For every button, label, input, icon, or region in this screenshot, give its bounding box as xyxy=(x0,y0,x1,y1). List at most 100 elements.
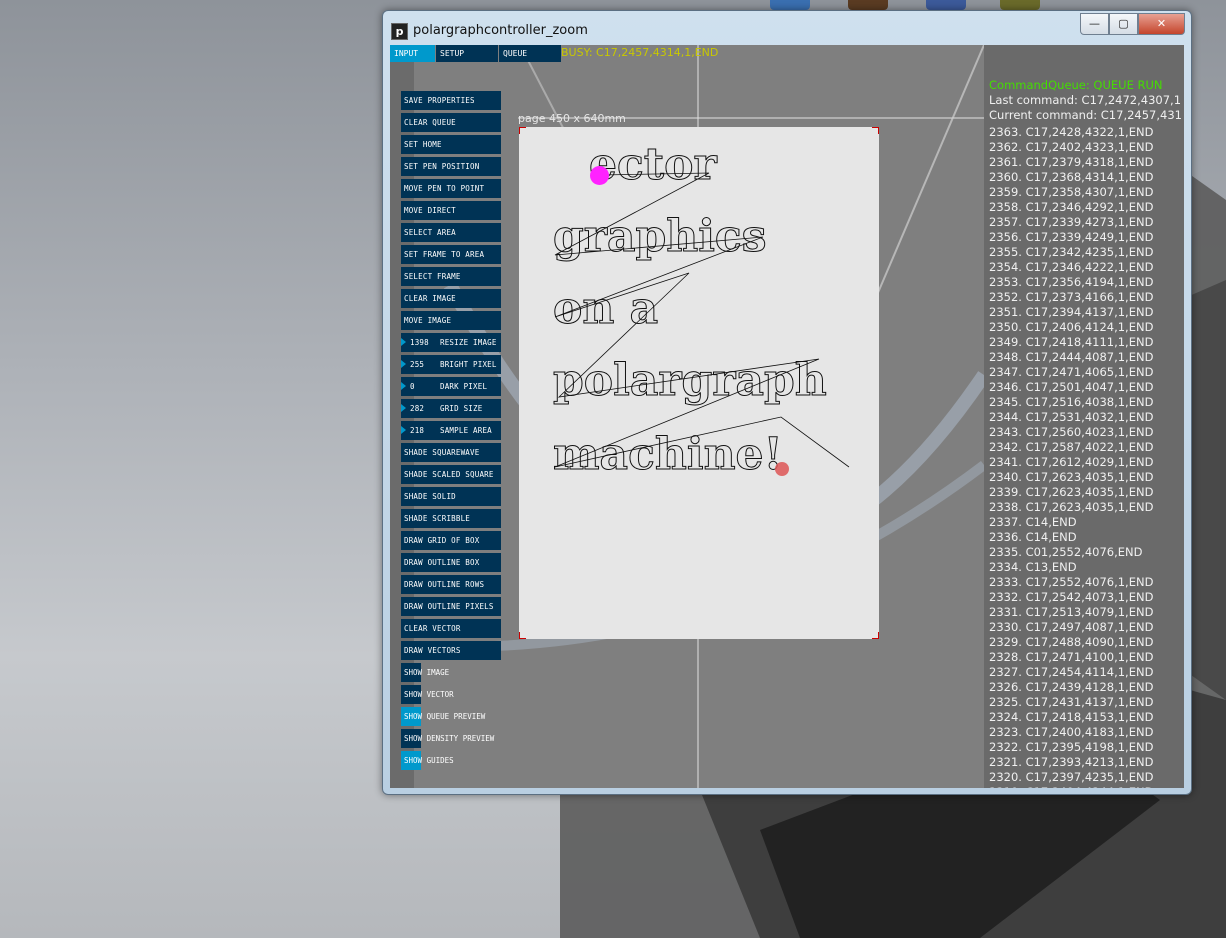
queue-item[interactable]: 2340. C17,2623,4035,1,END xyxy=(989,470,1153,485)
move-direct-button[interactable]: MOVE DIRECT xyxy=(401,201,501,220)
set-frame-to-area-button[interactable]: SET FRAME TO AREA xyxy=(401,245,501,264)
queue-item[interactable]: 2330. C17,2497,4087,1,END xyxy=(989,620,1153,635)
move-pen-to-point-button[interactable]: MOVE PEN TO POINT xyxy=(401,179,501,198)
queue-item[interactable]: 2359. C17,2358,4307,1,END xyxy=(989,185,1153,200)
title-bar[interactable]: p polargraphcontroller_zoom — ▢ ✕ xyxy=(383,11,1191,45)
queue-item[interactable]: 2344. C17,2531,4032,1,END xyxy=(989,410,1153,425)
queue-item[interactable]: 2347. C17,2471,4065,1,END xyxy=(989,365,1153,380)
queue-item[interactable]: 2357. C17,2339,4273,1,END xyxy=(989,215,1153,230)
queue-item[interactable]: 2322. C17,2395,4198,1,END xyxy=(989,740,1153,755)
dark-pixel-control[interactable]: 0 DARK PIXEL xyxy=(401,377,501,396)
queue-item[interactable]: 2329. C17,2488,4090,1,END xyxy=(989,635,1153,650)
maximize-button[interactable]: ▢ xyxy=(1109,13,1138,35)
queue-item[interactable]: 2352. C17,2373,4166,1,END xyxy=(989,290,1153,305)
queue-item[interactable]: 2341. C17,2612,4029,1,END xyxy=(989,455,1153,470)
queue-item[interactable]: 2327. C17,2454,4114,1,END xyxy=(989,665,1153,680)
bright-pixel-control[interactable]: 255 BRIGHT PIXEL xyxy=(401,355,501,374)
queue-item[interactable]: 2351. C17,2394,4137,1,END xyxy=(989,305,1153,320)
queue-item[interactable]: 2333. C17,2552,4076,1,END xyxy=(989,575,1153,590)
draw-outline-pixels-button[interactable]: DRAW OUTLINE PIXELS xyxy=(401,597,501,616)
toggle-label: SHOW QUEUE PREVIEW xyxy=(404,712,486,721)
queue-item[interactable]: 2326. C17,2439,4128,1,END xyxy=(989,680,1153,695)
page-corner-mark xyxy=(519,127,526,134)
save-properties-button[interactable]: SAVE PROPERTIES xyxy=(401,91,501,110)
queue-item[interactable]: 2335. C01,2552,4076,END xyxy=(989,545,1153,560)
shade-scaled-square-button[interactable]: SHADE SCALED SQUARE xyxy=(401,465,501,484)
queue-item[interactable]: 2328. C17,2471,4100,1,END xyxy=(989,650,1153,665)
show-guides-toggle[interactable]: SHOW GUIDES xyxy=(401,751,501,770)
tab-input[interactable]: INPUT xyxy=(390,45,435,62)
select-area-button[interactable]: SELECT AREA xyxy=(401,223,501,242)
taskbar-icon[interactable] xyxy=(770,0,810,10)
queue-item[interactable]: 2358. C17,2346,4292,1,END xyxy=(989,200,1153,215)
show-density-preview-toggle[interactable]: SHOW DENSITY PREVIEW xyxy=(401,729,501,748)
tab-queue[interactable]: QUEUE xyxy=(499,45,561,62)
draw-outline-rows-button[interactable]: DRAW OUTLINE ROWS xyxy=(401,575,501,594)
clear-image-button[interactable]: CLEAR IMAGE xyxy=(401,289,501,308)
queue-item[interactable]: 2319. C17,2404,4244,1,END xyxy=(989,785,1153,788)
queue-item[interactable]: 2337. C14,END xyxy=(989,515,1153,530)
minimize-button[interactable]: — xyxy=(1080,13,1109,35)
queue-title: CommandQueue: QUEUE RUN xyxy=(989,78,1163,92)
shade-squarewave-button[interactable]: SHADE SQUAREWAVE xyxy=(401,443,501,462)
draw-grid-of-box-button[interactable]: DRAW GRID OF BOX xyxy=(401,531,501,550)
select-frame-button[interactable]: SELECT FRAME xyxy=(401,267,501,286)
show-image-toggle[interactable]: SHOW IMAGE xyxy=(401,663,501,682)
queue-item[interactable]: 2362. C17,2402,4323,1,END xyxy=(989,140,1153,155)
grid-size-label: GRID SIZE xyxy=(440,404,483,413)
command-queue-panel[interactable]: CommandQueue: QUEUE RUN Last command: C1… xyxy=(984,45,1184,788)
shade-solid-button[interactable]: SHADE SOLID xyxy=(401,487,501,506)
page-corner-mark xyxy=(872,127,879,134)
queue-item[interactable]: 2350. C17,2406,4124,1,END xyxy=(989,320,1153,335)
show-vector-toggle[interactable]: SHOW VECTOR xyxy=(401,685,501,704)
queue-list[interactable]: 2363. C17,2428,4322,1,END 2362. C17,2402,… xyxy=(989,125,1153,788)
queue-item[interactable]: 2320. C17,2397,4235,1,END xyxy=(989,770,1153,785)
queue-item[interactable]: 2342. C17,2587,4022,1,END xyxy=(989,440,1153,455)
close-button[interactable]: ✕ xyxy=(1138,13,1185,35)
draw-vectors-button[interactable]: DRAW VECTORS xyxy=(401,641,501,660)
move-image-button[interactable]: MOVE IMAGE xyxy=(401,311,501,330)
queue-item[interactable]: 2360. C17,2368,4314,1,END xyxy=(989,170,1153,185)
queue-item[interactable]: 2334. C13,END xyxy=(989,560,1153,575)
set-home-button[interactable]: SET HOME xyxy=(401,135,501,154)
queue-item[interactable]: 2336. C14,END xyxy=(989,530,1153,545)
queue-item[interactable]: 2338. C17,2623,4035,1,END xyxy=(989,500,1153,515)
queue-item[interactable]: 2354. C17,2346,4222,1,END xyxy=(989,260,1153,275)
queue-item[interactable]: 2356. C17,2339,4249,1,END xyxy=(989,230,1153,245)
clear-queue-button[interactable]: CLEAR QUEUE xyxy=(401,113,501,132)
shade-scribble-button[interactable]: SHADE SCRIBBLE xyxy=(401,509,501,528)
queue-item[interactable]: 2321. C17,2393,4213,1,END xyxy=(989,755,1153,770)
queue-item[interactable]: 2325. C17,2431,4137,1,END xyxy=(989,695,1153,710)
clear-vector-button[interactable]: CLEAR VECTOR xyxy=(401,619,501,638)
queue-item[interactable]: 2345. C17,2516,4038,1,END xyxy=(989,395,1153,410)
queue-item[interactable]: 2323. C17,2400,4183,1,END xyxy=(989,725,1153,740)
queue-item[interactable]: 2361. C17,2379,4318,1,END xyxy=(989,155,1153,170)
resize-image-control[interactable]: 1398 RESIZE IMAGE xyxy=(401,333,501,352)
queue-item[interactable]: 2355. C17,2342,4235,1,END xyxy=(989,245,1153,260)
queue-item[interactable]: 2348. C17,2444,4087,1,END xyxy=(989,350,1153,365)
vector-line-1: ector xyxy=(589,139,717,190)
set-pen-position-button[interactable]: SET PEN POSITION xyxy=(401,157,501,176)
toggle-label: SHOW GUIDES xyxy=(404,756,454,765)
queue-item[interactable]: 2324. C17,2418,4153,1,END xyxy=(989,710,1153,725)
taskbar-icon[interactable] xyxy=(848,0,888,10)
draw-outline-box-button[interactable]: DRAW OUTLINE BOX xyxy=(401,553,501,572)
queue-item[interactable]: 2349. C17,2418,4111,1,END xyxy=(989,335,1153,350)
bright-pixel-label: BRIGHT PIXEL xyxy=(440,360,497,369)
page-canvas[interactable]: ector graphics on a polargraph machine! xyxy=(519,127,879,639)
dark-pixel-value: 0 xyxy=(410,382,415,391)
queue-item[interactable]: 2343. C17,2560,4023,1,END xyxy=(989,425,1153,440)
tab-setup[interactable]: SETUP xyxy=(436,45,498,62)
show-queue-preview-toggle[interactable]: SHOW QUEUE PREVIEW xyxy=(401,707,501,726)
queue-item[interactable]: 2346. C17,2501,4047,1,END xyxy=(989,380,1153,395)
queue-item[interactable]: 2363. C17,2428,4322,1,END xyxy=(989,125,1153,140)
queue-item[interactable]: 2331. C17,2513,4079,1,END xyxy=(989,605,1153,620)
sample-area-control[interactable]: 218 SAMPLE AREA xyxy=(401,421,501,440)
taskbar-icon[interactable] xyxy=(1000,0,1040,10)
queue-item[interactable]: 2332. C17,2542,4073,1,END xyxy=(989,590,1153,605)
pen-position-marker[interactable] xyxy=(590,166,609,185)
queue-item[interactable]: 2339. C17,2623,4035,1,END xyxy=(989,485,1153,500)
queue-item[interactable]: 2353. C17,2356,4194,1,END xyxy=(989,275,1153,290)
taskbar-icon[interactable] xyxy=(926,0,966,10)
grid-size-control[interactable]: 282 GRID SIZE xyxy=(401,399,501,418)
